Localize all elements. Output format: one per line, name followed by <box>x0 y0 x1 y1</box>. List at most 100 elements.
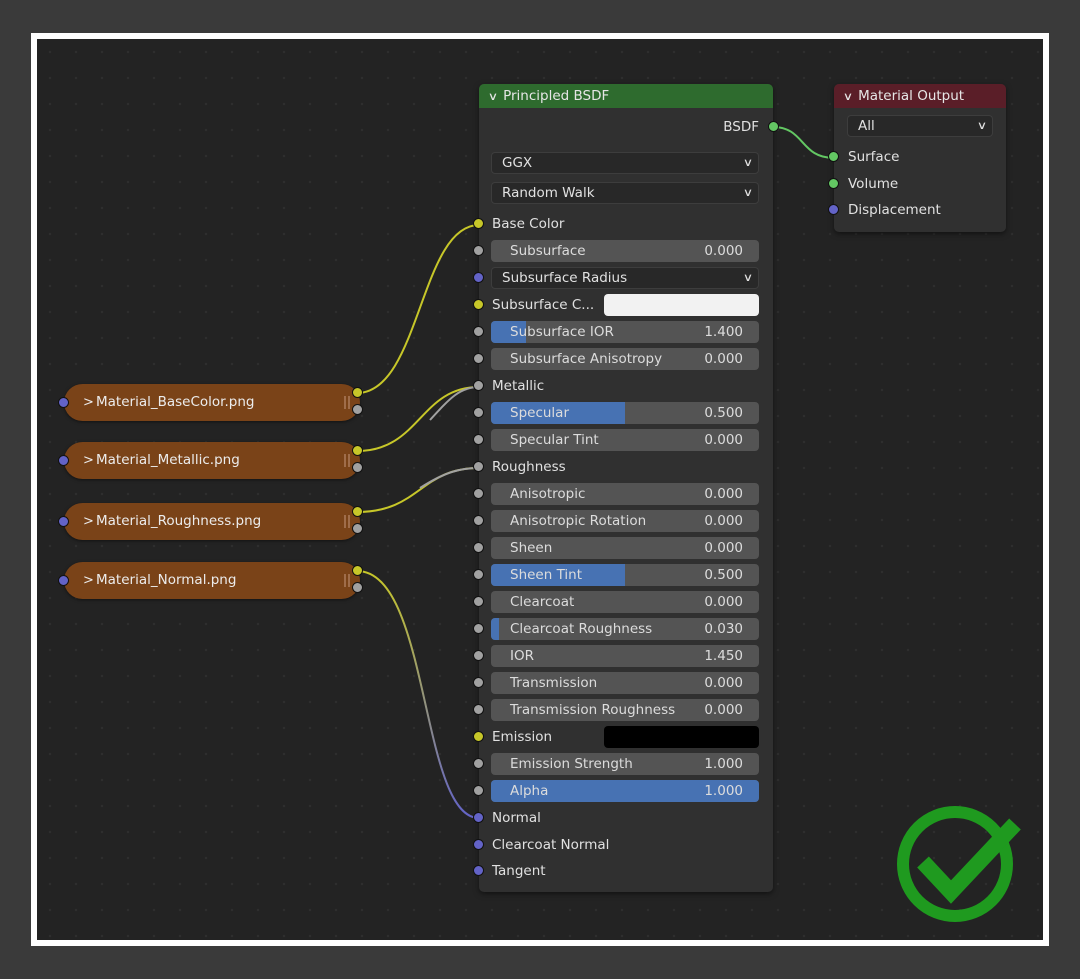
vector-input-socket[interactable] <box>58 397 69 408</box>
emission-strength-field[interactable]: Emission Strength 1.000 <box>491 753 759 775</box>
slider-value: 0.500 <box>704 405 743 421</box>
chevron-down-icon[interactable]: ∨ <box>843 90 853 103</box>
roughness-socket[interactable] <box>473 461 484 472</box>
chevron-right-icon[interactable]: > <box>83 562 94 599</box>
subsurface-method-dropdown[interactable]: Random Walk ∨ <box>491 182 759 204</box>
alpha-output-socket[interactable] <box>352 523 363 534</box>
clearcoat-roughness-socket[interactable] <box>473 623 484 634</box>
input-subsurface-radius: Subsurface Radius ∨ <box>473 267 773 289</box>
specular-tint-socket[interactable] <box>473 434 484 445</box>
grip-handle[interactable] <box>344 454 350 467</box>
texture-node-normal[interactable]: > Material_Normal.png <box>58 562 363 599</box>
texture-node-metallic[interactable]: > Material_Metallic.png <box>58 442 363 479</box>
transmission-slider[interactable]: Transmission 0.000 <box>491 672 759 694</box>
transmission-roughness-slider[interactable]: Transmission Roughness 0.000 <box>491 699 759 721</box>
subsurface-anisotropy-slider[interactable]: Subsurface Anisotropy 0.000 <box>491 348 759 370</box>
clearcoat-socket[interactable] <box>473 596 484 607</box>
clearcoat-roughness-slider[interactable]: Clearcoat Roughness 0.030 <box>491 618 759 640</box>
transmission-socket[interactable] <box>473 677 484 688</box>
sheen-socket[interactable] <box>473 542 484 553</box>
alpha-slider[interactable]: Alpha 1.000 <box>491 780 759 802</box>
grip-handle[interactable] <box>344 574 350 587</box>
specular-slider[interactable]: Specular 0.500 <box>491 402 759 424</box>
node-title: Principled BSDF <box>503 88 610 104</box>
subsurface-radius-socket[interactable] <box>473 272 484 283</box>
bsdf-output-socket[interactable] <box>768 121 779 132</box>
grip-handle[interactable] <box>344 396 350 409</box>
volume-socket[interactable] <box>828 178 839 189</box>
transmission-roughness-socket[interactable] <box>473 704 484 715</box>
anisotropic-rotation-socket[interactable] <box>473 515 484 526</box>
input-label: Displacement <box>848 202 941 218</box>
dropdown-value: All <box>858 118 875 134</box>
slider-value: 0.000 <box>704 486 743 502</box>
material-output-node[interactable]: ∨ Material Output All ∨ Surface Volume D… <box>828 84 1006 232</box>
specular-socket[interactable] <box>473 407 484 418</box>
vector-input-socket[interactable] <box>58 575 69 586</box>
clearcoat-normal-socket[interactable] <box>473 839 484 850</box>
chevron-right-icon[interactable]: > <box>83 384 94 421</box>
slider-value: 0.500 <box>704 567 743 583</box>
sheen-tint-socket[interactable] <box>473 569 484 580</box>
subsurface-anisotropy-socket[interactable] <box>473 353 484 364</box>
texture-node-basecolor[interactable]: > Material_BaseColor.png <box>58 384 363 421</box>
slider-label: Clearcoat <box>510 594 575 610</box>
input-normal: Normal <box>473 807 773 829</box>
subsurface-ior-slider[interactable]: Subsurface IOR 1.400 <box>491 321 759 343</box>
anisotropic-socket[interactable] <box>473 488 484 499</box>
chevron-down-icon: ∨ <box>742 186 754 199</box>
slider-fill <box>491 618 500 640</box>
input-subsurface-color: Subsurface C... <box>473 294 773 316</box>
slider-value: 0.000 <box>704 594 743 610</box>
base-color-socket[interactable] <box>473 218 484 229</box>
surface-socket[interactable] <box>828 151 839 162</box>
subsurface-socket[interactable] <box>473 245 484 256</box>
material-output-header[interactable]: ∨ Material Output <box>834 84 1006 108</box>
subsurface-radius-dropdown[interactable]: Subsurface Radius ∨ <box>491 267 759 289</box>
sheen-slider[interactable]: Sheen 0.000 <box>491 537 759 559</box>
vector-input-socket[interactable] <box>58 455 69 466</box>
emission-socket[interactable] <box>473 731 484 742</box>
input-sheen: Sheen 0.000 <box>473 537 773 559</box>
metallic-socket[interactable] <box>473 380 484 391</box>
subsurface-ior-socket[interactable] <box>473 326 484 337</box>
emission-color-swatch[interactable] <box>604 726 759 748</box>
input-label: Metallic <box>492 378 545 394</box>
subsurface-color-swatch[interactable] <box>604 294 759 316</box>
alpha-output-socket[interactable] <box>352 404 363 415</box>
tangent-socket[interactable] <box>473 865 484 876</box>
color-output-socket[interactable] <box>352 506 363 517</box>
anisotropic-rotation-slider[interactable]: Anisotropic Rotation 0.000 <box>491 510 759 532</box>
clearcoat-slider[interactable]: Clearcoat 0.000 <box>491 591 759 613</box>
principled-bsdf-header[interactable]: ∨ Principled BSDF <box>479 84 773 108</box>
alpha-socket[interactable] <box>473 785 484 796</box>
emission-strength-socket[interactable] <box>473 758 484 769</box>
color-output-socket[interactable] <box>352 565 363 576</box>
ior-field[interactable]: IOR 1.450 <box>491 645 759 667</box>
normal-socket[interactable] <box>473 812 484 823</box>
specular-tint-slider[interactable]: Specular Tint 0.000 <box>491 429 759 451</box>
displacement-socket[interactable] <box>828 204 839 215</box>
chevron-down-icon[interactable]: ∨ <box>488 90 498 103</box>
chevron-right-icon[interactable]: > <box>83 442 94 479</box>
grip-handle[interactable] <box>344 515 350 528</box>
vector-input-socket[interactable] <box>58 516 69 527</box>
texture-node-roughness[interactable]: > Material_Roughness.png <box>58 503 363 540</box>
distribution-dropdown[interactable]: GGX ∨ <box>491 152 759 174</box>
dropdown-value: Random Walk <box>502 185 595 201</box>
subsurface-color-socket[interactable] <box>473 299 484 310</box>
input-clearcoat: Clearcoat 0.000 <box>473 591 773 613</box>
color-output-socket[interactable] <box>352 445 363 456</box>
principled-bsdf-node[interactable]: ∨ Principled BSDF BSDF GGX ∨ Random Walk… <box>473 84 779 892</box>
ior-socket[interactable] <box>473 650 484 661</box>
alpha-output-socket[interactable] <box>352 582 363 593</box>
anisotropic-slider[interactable]: Anisotropic 0.000 <box>491 483 759 505</box>
sheen-tint-slider[interactable]: Sheen Tint 0.500 <box>491 564 759 586</box>
input-subsurface-ior: Subsurface IOR 1.400 <box>473 321 773 343</box>
target-dropdown[interactable]: All ∨ <box>847 115 993 137</box>
slider-label: Clearcoat Roughness <box>510 621 653 637</box>
chevron-right-icon[interactable]: > <box>83 503 94 540</box>
alpha-output-socket[interactable] <box>352 462 363 473</box>
subsurface-slider[interactable]: Subsurface 0.000 <box>491 240 759 262</box>
color-output-socket[interactable] <box>352 387 363 398</box>
